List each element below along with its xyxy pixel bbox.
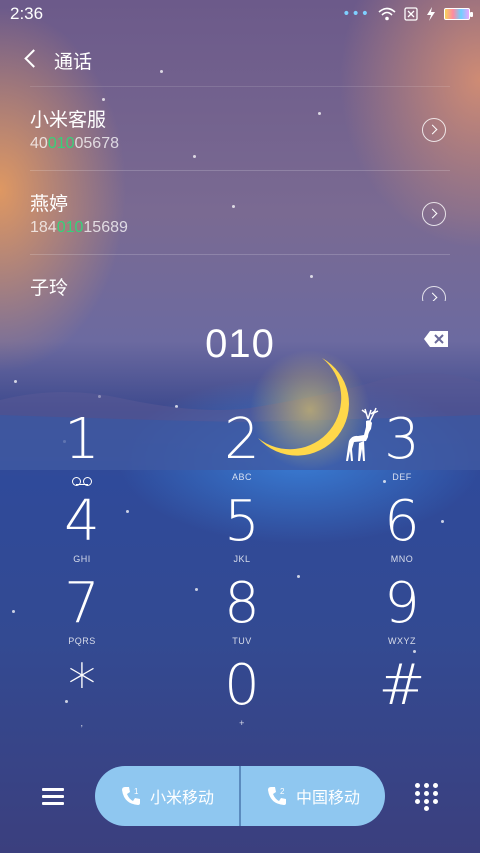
key-digit: 9 bbox=[384, 571, 420, 636]
key-hash[interactable]: # bbox=[342, 656, 462, 738]
sim-call-buttons: 1 小米移动 2 中国移动 bbox=[95, 766, 385, 826]
key-4[interactable]: 4 GHI bbox=[22, 492, 142, 574]
no-sim-icon bbox=[404, 7, 418, 21]
svg-text:1: 1 bbox=[134, 787, 139, 796]
page-title: 通话 bbox=[54, 50, 93, 73]
contact-detail-icon[interactable] bbox=[422, 118, 446, 142]
key-digit: 2 bbox=[224, 407, 260, 472]
key-9[interactable]: 9 WXYZ bbox=[342, 574, 462, 656]
key-digit: * bbox=[68, 653, 96, 718]
header: 通话 bbox=[0, 40, 480, 80]
key-0[interactable]: 0 + bbox=[182, 656, 302, 738]
sim2-label: 中国移动 bbox=[295, 788, 360, 807]
battery-icon bbox=[444, 8, 473, 20]
menu-icon[interactable] bbox=[38, 782, 68, 810]
status-icons: ••• bbox=[342, 6, 473, 22]
contact-name: 子玲 bbox=[30, 277, 69, 299]
key-digit: 5 bbox=[224, 489, 260, 554]
key-8[interactable]: 8 TUV bbox=[182, 574, 302, 656]
key-star[interactable]: * , bbox=[22, 656, 142, 738]
charging-icon bbox=[427, 7, 435, 21]
number-match-highlight: 010 bbox=[56, 219, 84, 236]
wifi-icon bbox=[378, 7, 396, 21]
key-3[interactable]: 3 DEF bbox=[342, 410, 462, 492]
key-digit: 0 bbox=[224, 653, 260, 718]
key-letters: TUV bbox=[232, 636, 252, 646]
number-match-highlight: 010 bbox=[47, 135, 75, 152]
key-2[interactable]: 2 ABC bbox=[182, 410, 302, 492]
key-letters: DEF bbox=[392, 472, 412, 482]
dialpad-toggle-icon[interactable] bbox=[413, 781, 441, 811]
back-icon[interactable] bbox=[12, 40, 52, 80]
status-time: 2:36 bbox=[10, 4, 44, 23]
key-letters: ABC bbox=[231, 472, 252, 482]
key-5[interactable]: 5 JKL bbox=[182, 492, 302, 574]
backspace-icon[interactable] bbox=[423, 330, 449, 348]
call-sim1-button[interactable]: 1 小米移动 bbox=[95, 766, 239, 826]
status-bar: 2:36 ••• bbox=[0, 0, 480, 28]
contact-item[interactable]: 小米客服 4001005678 bbox=[30, 86, 450, 170]
contact-name: 小米客服 bbox=[30, 109, 107, 131]
key-digit: 8 bbox=[224, 571, 260, 636]
key-letters: GHI bbox=[73, 554, 91, 564]
key-digit: 6 bbox=[384, 489, 420, 554]
contact-number: 18401015689 bbox=[30, 219, 128, 236]
key-letters: MNO bbox=[390, 554, 414, 564]
key-digit: 7 bbox=[64, 571, 100, 636]
contact-detail-icon[interactable] bbox=[422, 202, 446, 226]
key-digit: 3 bbox=[384, 407, 420, 472]
key-letters: WXYZ bbox=[388, 636, 416, 646]
sim1-label: 小米移动 bbox=[149, 788, 214, 807]
key-digit: # bbox=[378, 653, 426, 718]
svg-text:2: 2 bbox=[280, 787, 285, 796]
contact-number: 4001005678 bbox=[30, 135, 119, 152]
key-letters: , bbox=[80, 718, 84, 728]
key-6[interactable]: 6 MNO bbox=[342, 492, 462, 574]
key-digit: 4 bbox=[64, 489, 100, 554]
key-letters: PQRS bbox=[68, 636, 96, 646]
call-sim2-button[interactable]: 2 中国移动 bbox=[241, 766, 385, 826]
key-digit: 1 bbox=[64, 407, 100, 472]
phone-sim2-icon: 2 bbox=[266, 785, 288, 807]
key-letters: + bbox=[239, 718, 245, 728]
dialed-number: 010 bbox=[205, 322, 275, 366]
key-letters: JKL bbox=[233, 554, 251, 564]
contact-name: 燕婷 bbox=[30, 193, 69, 215]
contact-item[interactable]: 子玲 bbox=[30, 254, 450, 301]
contact-item[interactable]: 燕婷 18401015689 bbox=[30, 170, 450, 254]
more-indicator-icon: ••• bbox=[342, 6, 370, 22]
key-7[interactable]: 7 PQRS bbox=[22, 574, 142, 656]
phone-sim1-icon: 1 bbox=[120, 785, 142, 807]
bottom-action-bar: 1 小米移动 2 中国移动 bbox=[0, 766, 480, 826]
contact-suggestion-list[interactable]: 小米客服 4001005678 燕婷 18401015689 子玲 bbox=[30, 86, 450, 301]
voicemail-icon bbox=[72, 477, 92, 486]
key-1[interactable]: 1 bbox=[22, 410, 142, 492]
